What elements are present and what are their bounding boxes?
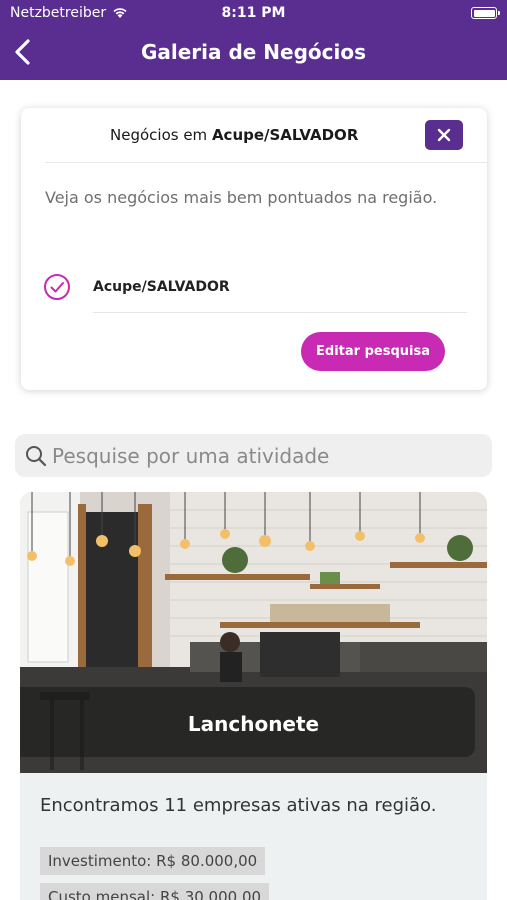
card-title-prefix: Negócios em [110,126,212,144]
business-card[interactable]: Lanchonete Encontramos 11 empresas ativa… [20,492,487,900]
monthly-cost-tag: Custo mensal: R$ 30.000,00 [40,883,270,900]
close-button[interactable] [425,120,463,150]
card-description: Veja os negócios mais bem pontuados na r… [45,188,438,207]
edit-search-button[interactable]: Editar pesquisa [301,332,445,371]
investment-tag: Investimento: R$ 80.000,00 [40,847,266,875]
battery-icon [471,7,500,19]
location-filter-card: Negócios em Acupe/SALVADOR Veja os negóc… [21,108,487,390]
card-title-location: Acupe/SALVADOR [211,126,359,144]
close-icon [437,128,451,142]
business-name: Lanchonete [187,712,320,736]
business-summary: Encontramos 11 empresas ativas na região… [40,795,437,816]
page-title: Galeria de Negócios [140,40,367,64]
navigation-bar: Netzbetreiber 8:11 PM Galeria de Negócio… [0,0,507,80]
selected-location-label[interactable]: Acupe/SALVADOR [93,279,230,295]
card-title: Negócios em Acupe/SALVADOR [110,126,358,144]
card-header: Negócios em Acupe/SALVADOR [21,108,487,162]
divider [45,162,487,163]
search-input[interactable] [52,434,482,477]
search-icon [26,446,47,467]
check-circle-icon[interactable] [43,273,71,301]
search-bar[interactable] [15,434,492,477]
clock: 8:11 PM [221,5,286,21]
status-bar: Netzbetreiber 8:11 PM [0,0,507,28]
divider [93,312,467,313]
